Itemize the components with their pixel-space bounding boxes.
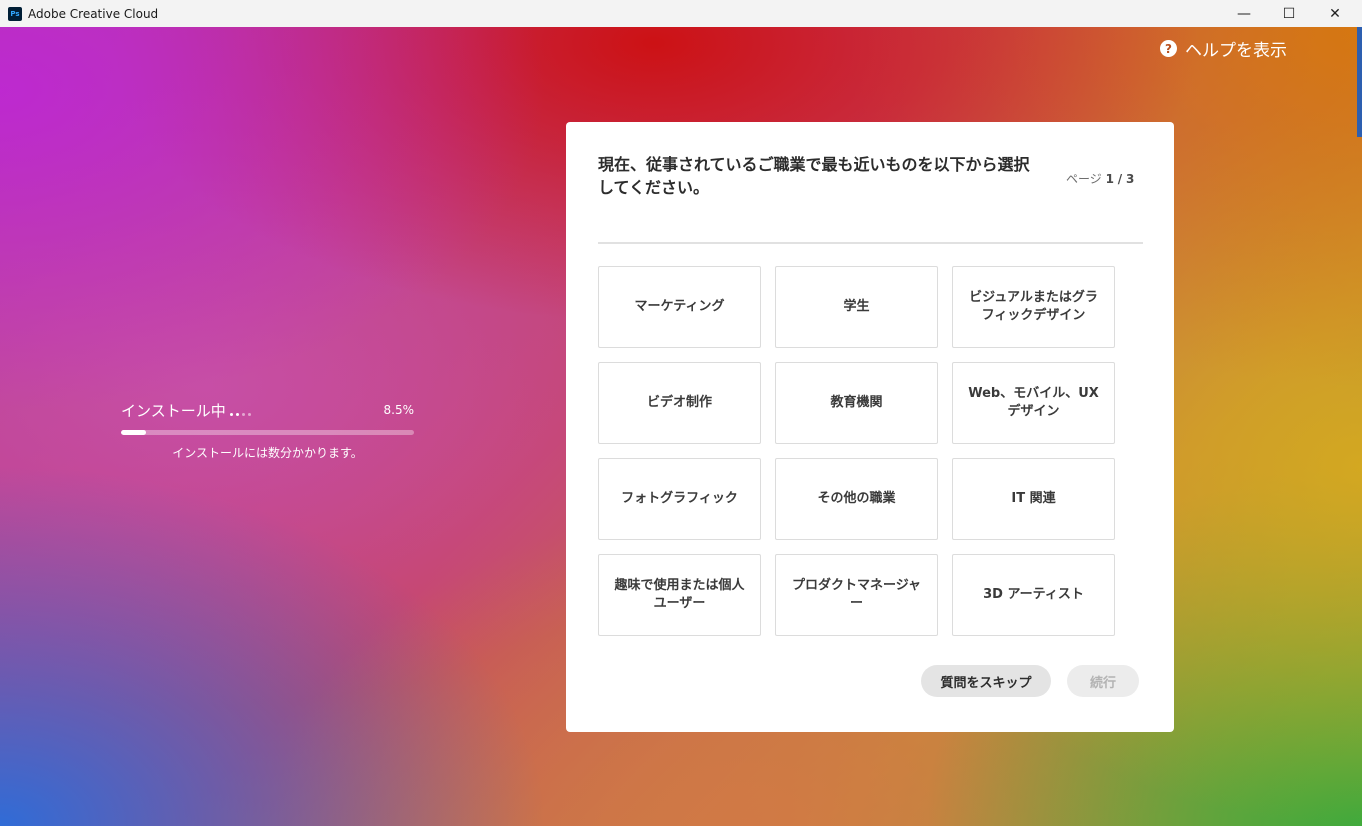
- close-button[interactable]: ✕: [1312, 0, 1358, 27]
- option-student[interactable]: 学生: [775, 266, 938, 348]
- install-percent: 8.5%: [383, 403, 415, 417]
- title-bar: Ps Adobe Creative Cloud — ☐ ✕: [0, 0, 1362, 27]
- help-link[interactable]: ? ヘルプを表示: [1160, 36, 1287, 61]
- option-web-mobile-ux-design[interactable]: Web、モバイル、UX デザイン: [952, 362, 1115, 444]
- install-progress-panel: インストール中 8.5% インストールには数分かかります。: [121, 400, 414, 461]
- option-product-manager[interactable]: プロダクトマネージャー: [775, 554, 938, 636]
- option-3d-artist[interactable]: 3D アーティスト: [952, 554, 1115, 636]
- skip-question-button[interactable]: 質問をスキップ: [921, 665, 1051, 697]
- help-label: ヘルプを表示: [1185, 41, 1287, 61]
- survey-card: 現在、従事されているご職業で最も近いものを以下から選択してください。 ページ 1…: [566, 122, 1174, 732]
- divider: [598, 242, 1143, 244]
- option-education[interactable]: 教育機関: [775, 362, 938, 444]
- install-status-label: インストール中: [121, 401, 226, 420]
- occupation-options: マーケティング 学生 ビジュアルまたはグラフィックデザイン ビデオ制作 教育機関…: [598, 266, 1115, 636]
- page-indicator: ページ 1 / 3: [1066, 170, 1134, 187]
- install-progress-bar: [121, 430, 414, 435]
- option-it[interactable]: IT 関連: [952, 458, 1115, 540]
- photoshop-app-icon: Ps: [8, 6, 22, 21]
- install-note: インストールには数分かかります。: [172, 446, 363, 460]
- page-indicator-prefix: ページ: [1066, 172, 1102, 186]
- option-marketing[interactable]: マーケティング: [598, 266, 761, 348]
- page-indicator-total: 3: [1126, 172, 1135, 186]
- continue-button[interactable]: 続行: [1067, 665, 1139, 697]
- install-progress-fill: [121, 430, 146, 435]
- option-visual-graphic-design[interactable]: ビジュアルまたはグラフィックデザイン: [952, 266, 1115, 348]
- option-other[interactable]: その他の職業: [775, 458, 938, 540]
- help-icon: ?: [1160, 40, 1177, 57]
- background-window-edge: [1357, 27, 1362, 137]
- page-indicator-current: 1: [1105, 172, 1114, 186]
- minimize-button[interactable]: —: [1221, 0, 1267, 27]
- option-hobby-personal[interactable]: 趣味で使用または個人ユーザー: [598, 554, 761, 636]
- option-video-production[interactable]: ビデオ制作: [598, 362, 761, 444]
- install-status: インストール中: [121, 400, 251, 421]
- window-title: Adobe Creative Cloud: [28, 6, 159, 21]
- maximize-button[interactable]: ☐: [1266, 0, 1312, 27]
- loading-dots-icon: [229, 412, 251, 416]
- survey-question: 現在、従事されているご職業で最も近いものを以下から選択してください。: [598, 155, 1030, 197]
- option-photography[interactable]: フォトグラフィック: [598, 458, 761, 540]
- page-indicator-separator: /: [1117, 172, 1123, 186]
